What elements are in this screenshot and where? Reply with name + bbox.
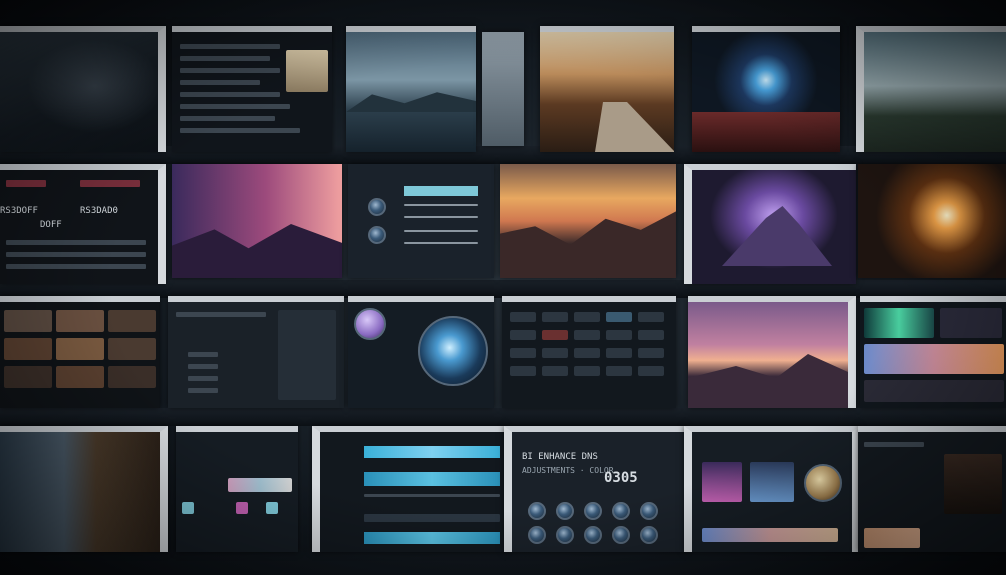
screen-orb-viewer [348,296,494,408]
dial-icon [640,526,658,544]
screen-purple-peak [684,164,856,284]
editor-title: BI ENHANCE DNS [522,452,598,462]
list-label-c: DOFF [40,220,62,230]
screen-text-document [172,26,332,152]
screen-rocky-photo [0,426,168,552]
dial-icon [640,502,658,520]
screen-green-trees [856,26,1006,152]
screen-dark-sky [0,26,166,152]
lens-orb-icon [418,316,488,386]
screen-thumbnail-grid [858,426,1006,552]
row-divider [0,408,1006,426]
editor-counter: 0305 [604,470,638,486]
dial-icon [528,502,546,520]
screen-enhance-editor: BI ENHANCE DNS ADJUSTMENTS · COLOR 0305 [504,426,686,552]
editor-subtitle: ADJUSTMENTS · COLOR [522,466,614,475]
screen-blue-glow [692,26,840,152]
screen-color-swatches [176,426,298,552]
purple-orb-icon [354,308,386,340]
dial-icon [612,526,630,544]
toggle-knob-icon [368,198,386,216]
screen-purple-mountains [172,164,342,278]
dial-icon [556,502,574,520]
screen-road-sunset [540,26,674,152]
list-label-a: RS3DOFF [0,206,38,216]
screen-timeline-list: RS3DOFF RS3DAD0 DOFF [0,164,166,284]
planet-icon [804,464,842,502]
ferris-wheel-thumbnail [286,50,328,92]
screen-film-strip [0,296,160,408]
screen-lake-landscape [346,26,476,152]
screen-editor-panel [168,296,344,408]
screen-mountain-sunset [500,164,676,278]
screen-forest-sunlight [858,164,1006,278]
screen-dusk-mountains [688,296,856,408]
dial-icon [584,502,602,520]
screen-grid-controls [502,296,676,408]
dial-icon [612,502,630,520]
dial-icon [584,526,602,544]
toggle-knob-icon [368,226,386,244]
screen-aurora-collage [860,296,1006,408]
dial-icon [556,526,574,544]
screen-settings-dialog [348,164,494,278]
screen-narrow-grey [482,32,524,146]
screen-media-panel [684,426,860,552]
list-label-b: RS3DAD0 [80,206,118,216]
screen-waveform [312,426,506,552]
dial-icon [528,526,546,544]
